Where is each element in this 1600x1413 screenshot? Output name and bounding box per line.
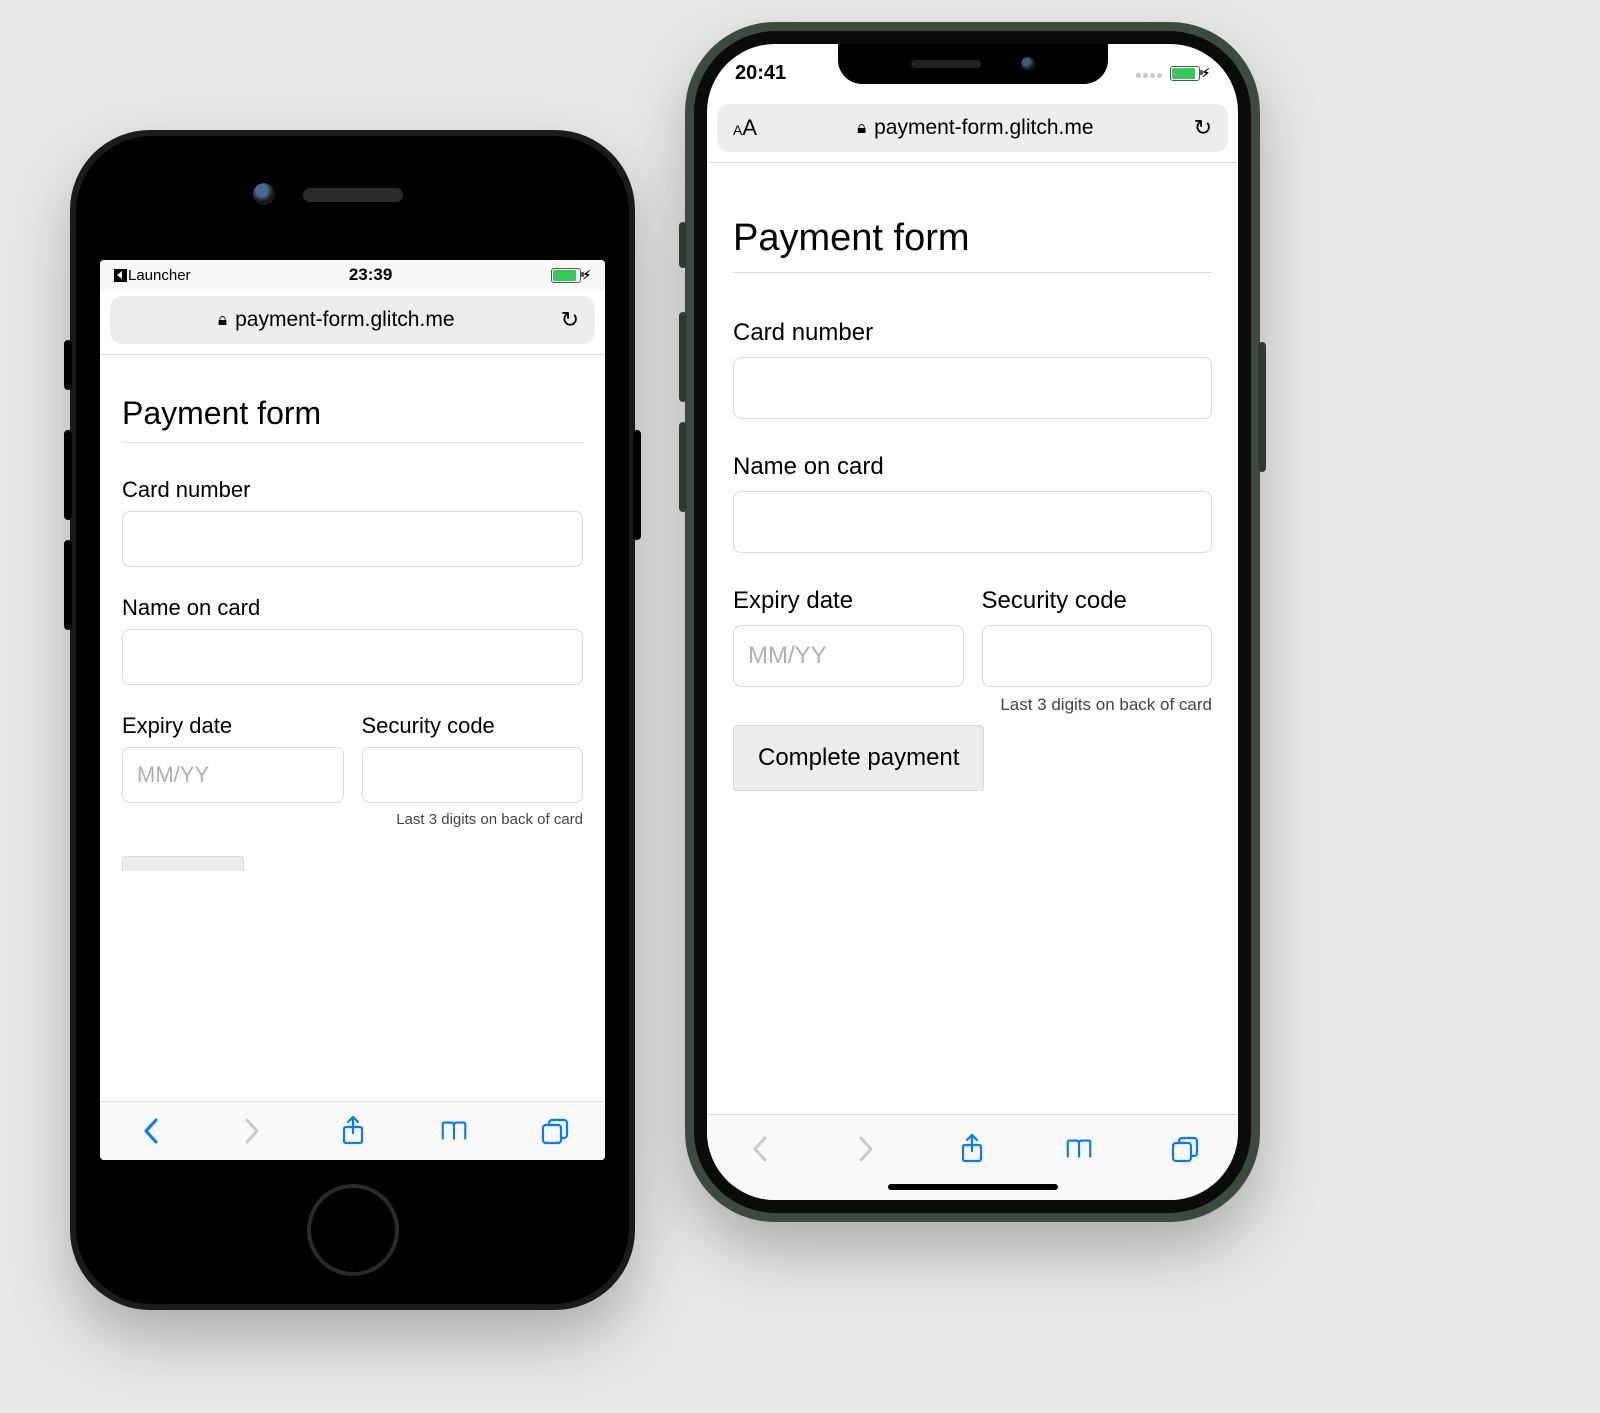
page-title: Payment form [733,217,1212,260]
card-number-field: Card number [733,319,1212,419]
expiry-input[interactable] [733,625,964,687]
security-code-field: Security code Last 3 digits on back of c… [362,713,584,828]
screen: Launcher 23:39 ⚡︎ 🔒︎ payment-form.glitch… [100,260,605,1160]
title-rule [733,272,1212,273]
name-on-card-field: Name on card [122,595,583,685]
back-to-app[interactable]: Launcher [114,267,191,284]
reader-aa-button[interactable]: AA [733,115,757,141]
display-notch [838,44,1108,84]
page-content: Payment form Card number Name on card Ex… [707,163,1238,1114]
address-bar-host: payment-form.glitch.me [874,116,1093,140]
card-number-input[interactable] [122,511,583,567]
page-title: Payment form [122,395,583,432]
home-button[interactable] [307,1184,399,1276]
card-number-label: Card number [122,477,583,503]
lock-icon: 🔒︎ [857,118,866,138]
expiry-field: Expiry date [733,587,964,715]
nav-forward-button[interactable] [851,1134,881,1164]
mute-switch [679,222,687,268]
reload-button[interactable]: ↻ [561,307,579,333]
volume-down-button [64,540,72,630]
address-bar[interactable]: AA 🔒︎ payment-form.glitch.me ↻ [717,104,1228,152]
expiry-label: Expiry date [122,713,344,739]
battery-indicator: ⚡︎ [551,268,591,283]
name-on-card-label: Name on card [733,453,1212,481]
volume-down-button [679,422,687,512]
status-bar: Launcher 23:39 ⚡︎ [100,260,605,290]
nav-back-button[interactable] [136,1116,166,1146]
status-time: 20:41 [735,62,786,85]
security-code-label: Security code [982,587,1213,615]
earpiece-speaker [303,188,403,202]
expiry-input[interactable] [122,747,344,803]
charging-icon: ⚡︎ [1202,66,1210,80]
back-to-app-icon [114,269,127,282]
security-code-input[interactable] [982,625,1213,687]
screen: 20:41 ⚡︎ AA 🔒︎ payment-form.glitch.me ↻ [707,44,1238,1200]
home-indicator[interactable] [888,1184,1058,1190]
volume-up-button [679,312,687,402]
security-code-hint: Last 3 digits on back of card [982,695,1213,715]
security-code-input[interactable] [362,747,584,803]
reload-button[interactable]: ↻ [1194,115,1212,141]
front-camera [253,183,275,205]
submit-button-peek[interactable] [122,856,244,871]
tabs-button[interactable] [1170,1134,1200,1164]
share-button[interactable] [338,1116,368,1146]
iphone11-device: 20:41 ⚡︎ AA 🔒︎ payment-form.glitch.me ↻ [685,22,1260,1222]
expiry-field: Expiry date [122,713,344,828]
expiry-label: Expiry date [733,587,964,615]
complete-payment-button[interactable]: Complete payment [733,725,984,791]
page-content: Payment form Card number Name on card Ex… [100,355,605,1101]
security-code-hint: Last 3 digits on back of card [362,811,584,828]
expiry-cvc-row: Expiry date Security code Last 3 digits … [122,713,583,828]
battery-indicator: ⚡︎ [1170,66,1210,81]
name-on-card-label: Name on card [122,595,583,621]
stage: Launcher 23:39 ⚡︎ 🔒︎ payment-form.glitch… [0,0,1600,1413]
security-code-label: Security code [362,713,584,739]
volume-up-button [64,430,72,520]
share-button[interactable] [957,1134,987,1164]
power-button [633,430,641,540]
mute-switch [64,340,72,390]
lock-icon: 🔒︎ [218,310,227,330]
bookmarks-button[interactable] [439,1116,469,1146]
expiry-cvc-row: Expiry date Security code Last 3 digits … [733,587,1212,715]
title-rule [122,442,583,443]
card-number-input[interactable] [733,357,1212,419]
earpiece-speaker [911,60,981,68]
nav-back-button[interactable] [745,1134,775,1164]
status-time: 23:39 [349,265,392,285]
signal-dots-icon [1136,63,1164,83]
name-on-card-input[interactable] [733,491,1212,553]
name-on-card-input[interactable] [122,629,583,685]
card-number-field: Card number [122,477,583,567]
address-bar-host: payment-form.glitch.me [235,308,454,332]
address-bar[interactable]: 🔒︎ payment-form.glitch.me ↻ [110,296,595,344]
card-number-label: Card number [733,319,1212,347]
charging-icon: ⚡︎ [583,268,591,282]
nav-forward-button[interactable] [237,1116,267,1146]
iphone8-device: Launcher 23:39 ⚡︎ 🔒︎ payment-form.glitch… [70,130,635,1310]
back-to-app-label: Launcher [128,267,191,284]
front-camera [1021,57,1035,71]
bookmarks-button[interactable] [1064,1134,1094,1164]
tabs-button[interactable] [540,1116,570,1146]
safari-toolbar [100,1101,605,1160]
name-on-card-field: Name on card [733,453,1212,553]
power-button [1258,342,1266,472]
security-code-field: Security code Last 3 digits on back of c… [982,587,1213,715]
